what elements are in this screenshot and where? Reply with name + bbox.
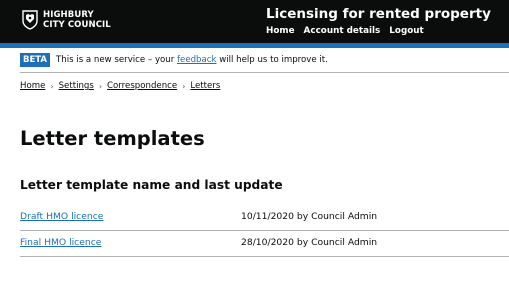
- template-name-link[interactable]: Draft HMO licence: [20, 211, 103, 222]
- council-name: HIGHBURY CITY COUNCIL: [43, 10, 111, 30]
- logo-line-1: HIGHBURY: [43, 10, 94, 20]
- table-row: Final HMO licence 28/10/2020 by Council …: [20, 231, 509, 257]
- section-heading: Letter template name and last update: [20, 178, 283, 192]
- phase-text-before: This is a new service – your: [56, 55, 177, 65]
- phase-banner-text: This is a new service – your feedback wi…: [56, 55, 328, 65]
- phase-text-after: will help us to improve it.: [216, 55, 328, 65]
- template-last-update: 28/10/2020 by Council Admin: [241, 237, 378, 248]
- council-crest-icon: [22, 10, 38, 30]
- feedback-link[interactable]: feedback: [177, 55, 216, 65]
- breadcrumb: Home › Settings › Correspondence › Lette…: [20, 81, 220, 91]
- chevron-right-icon: ›: [50, 81, 54, 91]
- nav-home-link[interactable]: Home: [266, 26, 295, 36]
- chevron-right-icon: ›: [98, 81, 103, 91]
- council-logo[interactable]: HIGHBURY CITY COUNCIL: [22, 10, 111, 30]
- breadcrumb-letters[interactable]: Letters: [190, 81, 220, 91]
- site-header: HIGHBURY CITY COUNCIL Licensing for rent…: [0, 0, 509, 43]
- phase-banner-divider: [20, 72, 509, 73]
- nav-account-details-link[interactable]: Account details: [304, 26, 381, 36]
- header-accent-bar: [0, 43, 509, 48]
- beta-tag: BETA: [20, 53, 51, 67]
- template-name-link[interactable]: Final HMO licence: [20, 237, 101, 248]
- header-navigation: Home Account details Logout: [266, 26, 433, 36]
- breadcrumb-settings[interactable]: Settings: [59, 81, 94, 91]
- breadcrumb-home[interactable]: Home: [20, 81, 45, 91]
- chevron-right-icon: ›: [182, 81, 186, 91]
- logo-line-2: CITY COUNCIL: [43, 20, 111, 30]
- nav-logout-link[interactable]: Logout: [389, 26, 423, 36]
- phase-banner: BETA This is a new service – your feedba…: [20, 53, 509, 67]
- table-row: Draft HMO licence 10/11/2020 by Council …: [20, 205, 509, 231]
- page-title: Letter templates: [20, 127, 205, 150]
- service-name[interactable]: Licensing for rented property: [266, 6, 491, 22]
- template-last-update: 10/11/2020 by Council Admin: [241, 211, 378, 222]
- breadcrumb-correspondence[interactable]: Correspondence: [107, 81, 177, 91]
